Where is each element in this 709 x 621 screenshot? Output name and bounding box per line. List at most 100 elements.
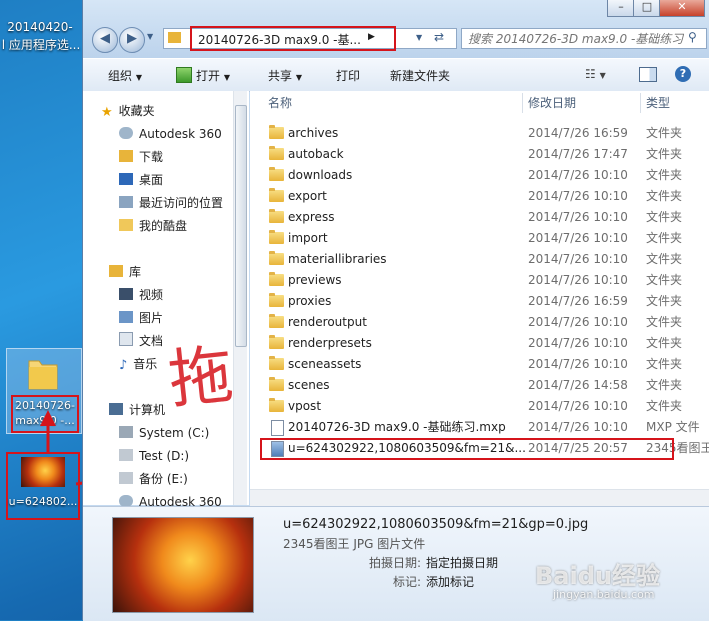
desktop-icon-top[interactable]: 20140420- l 应用程序选... bbox=[0, 0, 82, 60]
search-input[interactable] bbox=[466, 30, 686, 47]
cloud-icon bbox=[119, 127, 133, 139]
print-button[interactable]: 打印 bbox=[336, 67, 360, 84]
maximize-button[interactable]: □ bbox=[633, 0, 661, 17]
refresh-icon[interactable]: ⇄ bbox=[434, 30, 444, 44]
back-button[interactable]: ◀ bbox=[92, 27, 118, 53]
nav-label: 我的酷盘 bbox=[139, 219, 188, 233]
file-row[interactable]: 20140726-3D max9.0 -基础练习.mxp 2014/7/26 10… bbox=[250, 417, 709, 438]
nav-scrollbar[interactable] bbox=[233, 91, 247, 505]
file-row[interactable]: materiallibraries 2014/7/26 10:10 文件夹 bbox=[250, 249, 709, 270]
file-type: 文件夹 bbox=[646, 273, 683, 287]
file-row[interactable]: vpost 2014/7/26 10:10 文件夹 bbox=[250, 396, 709, 417]
file-row[interactable]: sceneassets 2014/7/26 10:10 文件夹 bbox=[250, 354, 709, 375]
recent-pages-dropdown-icon[interactable]: ▼ bbox=[147, 32, 153, 41]
minimize-button[interactable]: – bbox=[607, 0, 635, 17]
address-path[interactable]: 20140726-3D max9.0 -基... bbox=[198, 31, 361, 48]
folder-icon bbox=[269, 335, 284, 349]
folder-icon bbox=[269, 146, 284, 160]
column-header-type[interactable]: 类型 bbox=[646, 91, 670, 115]
file-name: export bbox=[288, 189, 327, 203]
folder-icon bbox=[269, 377, 284, 391]
details-tag-value[interactable]: 添加标记 bbox=[426, 573, 474, 590]
dropped-file-highlight-box bbox=[260, 438, 674, 460]
column-header-date[interactable]: 修改日期 bbox=[528, 91, 576, 115]
favorites-header[interactable]: ★ 收藏夹 bbox=[101, 100, 251, 122]
nav-label: 备份 (E:) bbox=[139, 472, 188, 486]
nav-label: 视频 bbox=[139, 288, 164, 302]
file-type: 文件夹 bbox=[646, 315, 683, 329]
file-date: 2014/7/26 10:10 bbox=[528, 336, 628, 350]
organize-label: 组织 bbox=[108, 69, 133, 83]
file-row[interactable]: scenes 2014/7/26 14:58 文件夹 bbox=[250, 375, 709, 396]
library-icon bbox=[109, 265, 123, 277]
file-date: 2014/7/26 10:10 bbox=[528, 210, 628, 224]
search-icon[interactable]: ⚲ bbox=[688, 30, 697, 44]
file-date: 2014/7/26 10:10 bbox=[528, 357, 628, 371]
favorites-header-label: 收藏夹 bbox=[118, 104, 155, 118]
nav-label: 文档 bbox=[139, 334, 164, 348]
share-button[interactable]: 共享 ▼ bbox=[268, 67, 302, 84]
address-dropdown-icon[interactable]: ▼ bbox=[416, 33, 422, 42]
music-icon: ♪ bbox=[119, 358, 128, 373]
column-divider bbox=[522, 93, 523, 113]
desktop-icon-label-1: 20140420- bbox=[7, 20, 73, 34]
pictures-icon bbox=[119, 311, 133, 323]
folder-icon bbox=[269, 293, 284, 307]
file-row[interactable]: previews 2014/7/26 10:10 文件夹 bbox=[250, 270, 709, 291]
address-bar[interactable]: 20140726-3D max9.0 -基... ▶ ▼ ⇄ bbox=[163, 26, 457, 51]
organize-button[interactable]: 组织 ▼ bbox=[108, 67, 142, 84]
file-type: 文件夹 bbox=[646, 189, 683, 203]
details-date-value[interactable]: 指定拍摄日期 bbox=[426, 554, 498, 571]
folder-icon bbox=[269, 230, 284, 244]
folder-icon bbox=[269, 251, 284, 265]
image-preview bbox=[112, 517, 254, 613]
view-options-icon[interactable]: ☷ ▼ bbox=[585, 67, 606, 81]
star-icon: ★ bbox=[101, 105, 113, 120]
details-date-label: 拍摄日期: bbox=[369, 556, 422, 570]
file-row[interactable]: express 2014/7/26 10:10 文件夹 bbox=[250, 207, 709, 228]
open-app-icon bbox=[176, 67, 192, 83]
folder-icon bbox=[269, 398, 284, 412]
preview-pane-icon[interactable] bbox=[639, 67, 657, 82]
computer-icon bbox=[109, 403, 123, 415]
file-date: 2014/7/26 10:10 bbox=[528, 168, 628, 182]
file-row[interactable]: export 2014/7/26 10:10 文件夹 bbox=[250, 186, 709, 207]
address-chevron-icon[interactable]: ▶ bbox=[368, 32, 375, 42]
close-button[interactable]: ✕ bbox=[659, 0, 705, 17]
help-icon[interactable]: ? bbox=[675, 66, 691, 82]
folder-icon bbox=[269, 188, 284, 202]
file-date: 2014/7/26 10:10 bbox=[528, 252, 628, 266]
folder-icon bbox=[27, 355, 59, 391]
file-icon bbox=[271, 420, 284, 436]
drive-icon bbox=[119, 426, 133, 438]
search-box[interactable]: ⚲ bbox=[461, 28, 707, 49]
file-row[interactable]: renderpresets 2014/7/26 10:10 文件夹 bbox=[250, 333, 709, 354]
file-name: express bbox=[288, 210, 335, 224]
forward-button[interactable]: ▶ bbox=[119, 27, 145, 53]
file-row[interactable]: proxies 2014/7/26 16:59 文件夹 bbox=[250, 291, 709, 312]
file-row[interactable]: import 2014/7/26 10:10 文件夹 bbox=[250, 228, 709, 249]
file-row[interactable]: autoback 2014/7/26 17:47 文件夹 bbox=[250, 144, 709, 165]
file-date: 2014/7/26 10:10 bbox=[528, 189, 628, 203]
file-date: 2014/7/26 10:10 bbox=[528, 420, 628, 434]
file-row[interactable]: renderoutput 2014/7/26 10:10 文件夹 bbox=[250, 312, 709, 333]
file-row[interactable]: archives 2014/7/26 16:59 文件夹 bbox=[250, 123, 709, 144]
folder-icon bbox=[269, 125, 284, 139]
file-type: MXP 文件 bbox=[646, 420, 700, 434]
file-date: 2014/7/26 16:59 bbox=[528, 294, 628, 308]
nav-label: 下载 bbox=[139, 150, 164, 164]
details-filetype: 2345看图王 JPG 图片文件 bbox=[283, 537, 426, 551]
file-name: vpost bbox=[288, 399, 322, 413]
file-date: 2014/7/26 16:59 bbox=[528, 126, 628, 140]
nav-scroll-thumb[interactable] bbox=[235, 105, 247, 347]
open-button[interactable]: 打开 ▼ bbox=[196, 67, 230, 84]
explorer-window: – □ ✕ ◀ ▶ ▼ 20140726-3D max9.0 -基... ▶ ▼… bbox=[82, 0, 709, 621]
libraries-header-label: 库 bbox=[129, 265, 142, 279]
recent-places-icon bbox=[119, 196, 133, 208]
file-date: 2014/7/26 10:10 bbox=[528, 399, 628, 413]
folder-icon bbox=[269, 356, 284, 370]
file-row[interactable]: downloads 2014/7/26 10:10 文件夹 bbox=[250, 165, 709, 186]
column-header-name[interactable]: 名称 bbox=[268, 91, 292, 115]
new-folder-button[interactable]: 新建文件夹 bbox=[390, 67, 450, 84]
horizontal-scrollbar[interactable] bbox=[250, 489, 709, 506]
